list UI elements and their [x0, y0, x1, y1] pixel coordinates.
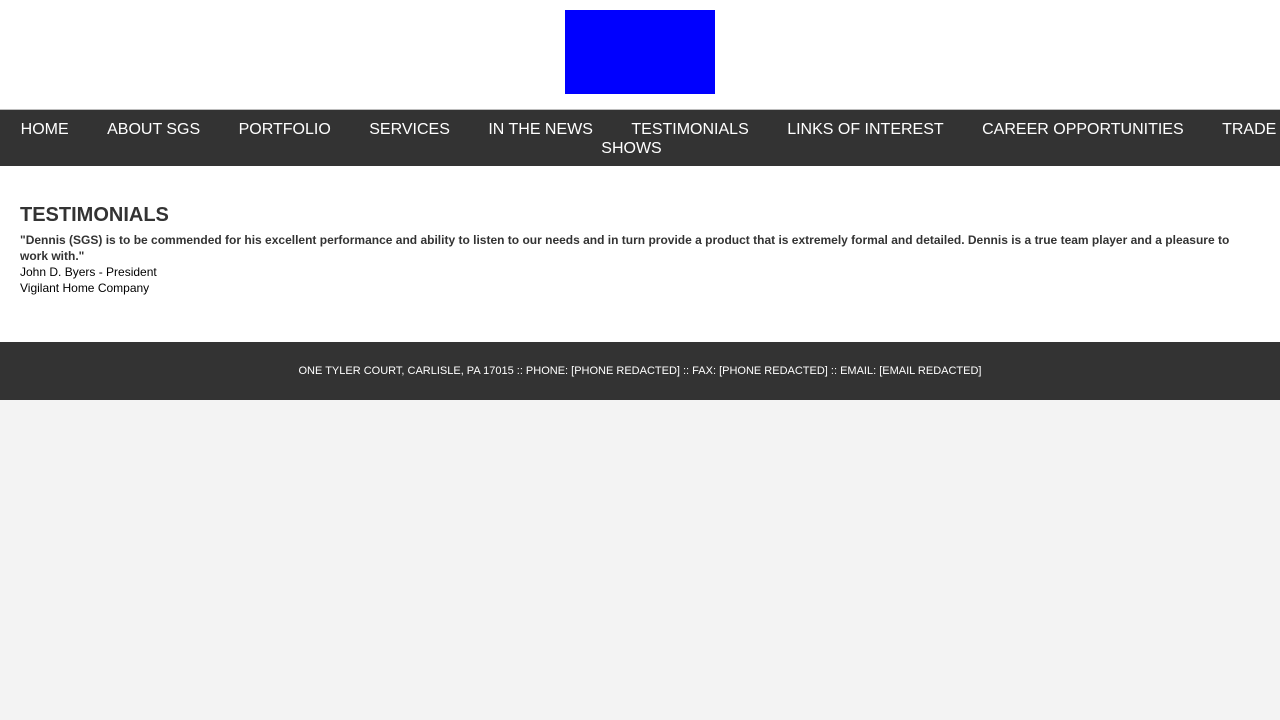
main-content: TESTIMONIALS "Dennis (SGS) is to be comm… [0, 166, 1280, 342]
nav-item-career-opportunities[interactable]: CAREER OPPORTUNITIES [967, 121, 1199, 138]
nav-item-services[interactable]: SERVICES [354, 121, 465, 138]
nav-item-in-the-news[interactable]: IN THE NEWS [473, 121, 608, 138]
page-title: TESTIMONIALS [20, 204, 169, 226]
site-footer: ONE TYLER COURT, CARLISLE, PA 17015 :: P… [0, 342, 1280, 400]
testimonial-author: John D. Byers - President [20, 265, 157, 279]
nav-item-testimonials[interactable]: TESTIMONIALS [616, 121, 763, 138]
site-header [0, 0, 1280, 109]
nav-item-home[interactable]: HOME [6, 121, 84, 138]
nav-item-portfolio[interactable]: PORTFOLIO [224, 121, 346, 138]
site-logo[interactable] [565, 10, 715, 94]
testimonial: "Dennis (SGS) is to be commended for his… [20, 232, 1260, 296]
footer-contact-info: ONE TYLER COURT, CARLISLE, PA 17015 :: P… [298, 365, 982, 377]
nav-item-links-of-interest[interactable]: LINKS OF INTEREST [772, 121, 958, 138]
main-navigation: HOME ABOUT SGS PORTFOLIO SERVICES IN THE… [0, 109, 1280, 166]
nav-item-about-sgs[interactable]: ABOUT SGS [92, 121, 215, 138]
testimonial-quote: "Dennis (SGS) is to be commended for his… [20, 233, 1230, 263]
testimonial-company: Vigilant Home Company [20, 281, 150, 295]
